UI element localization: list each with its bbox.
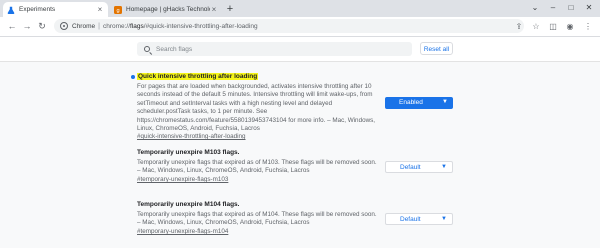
flag-item: Quick intensive throttling after loading… [131,73,457,140]
tab-strip: Experiments × g Homepage | gHacks Techno… [0,0,600,17]
browser-toolbar: ← → ↻ Chrome | chrome://flags/#quick-int… [0,17,600,37]
tab-title: Homepage | gHacks Technology News [126,6,210,13]
experiments-flask-icon [7,6,15,14]
url-separator: | [98,22,100,30]
flag-description: For pages that are loaded when backgroun… [137,83,376,133]
maximize-icon[interactable]: □ [564,2,578,14]
minimize-icon[interactable]: – [546,2,560,14]
chevron-down-icon: ▼ [441,164,447,170]
flag-item: Temporarily unexpire M103 flags. Tempora… [137,149,457,183]
close-window-icon[interactable]: ✕ [582,2,596,14]
extensions-icon[interactable]: ◫ [547,21,559,32]
flag-anchor-link[interactable]: #temporary-unexpire-flags-m104 [137,228,457,235]
flag-description: Temporarily unexpire flags that expired … [137,211,377,227]
share-icon[interactable]: ⇪ [513,21,525,32]
menu-kebab-icon[interactable]: ⋮ [582,21,594,32]
close-tab-icon[interactable]: × [210,5,218,14]
svg-text:g: g [116,8,119,14]
flag-anchor-link[interactable]: #temporary-unexpire-flags-m103 [137,176,457,183]
tab-title: Experiments [19,6,56,13]
chevron-down-icon: ▼ [441,216,447,222]
url-text: chrome://flags/#quick-intensive-throttli… [102,22,258,30]
tab-experiments[interactable]: Experiments × [3,2,108,17]
flags-header: Reset all [0,37,600,62]
close-tab-icon[interactable]: × [96,5,104,14]
bookmark-star-icon[interactable]: ☆ [530,21,542,32]
chrome-label: Chrome [72,22,96,30]
tab-ghacks[interactable]: g Homepage | gHacks Technology News × [110,2,222,17]
ghacks-favicon-icon: g [114,5,122,14]
address-bar[interactable]: Chrome | chrome://flags/#quick-intensive… [54,19,524,33]
modified-indicator-icon [131,75,135,79]
flag-state-select[interactable]: Enabled ▼ [385,97,453,109]
tab-search-chevron-icon[interactable]: ⌄ [528,2,542,14]
flag-item: Temporarily unexpire M104 flags. Tempora… [137,201,457,235]
search-flags-box[interactable] [137,42,412,56]
profile-avatar-icon[interactable]: ◉ [564,21,576,32]
reset-all-button[interactable]: Reset all [420,42,453,55]
search-icon [144,46,150,52]
new-tab-plus-icon[interactable]: + [224,3,236,15]
flag-state-value: Enabled [399,99,423,106]
forward-arrow-icon[interactable]: → [21,21,33,32]
flag-description: Temporarily unexpire flags that expired … [137,159,377,175]
flag-state-select[interactable]: Default ▼ [385,161,453,173]
chrome-secure-icon [60,22,68,30]
reload-icon[interactable]: ↻ [36,21,48,32]
flags-list: Quick intensive throttling after loading… [0,62,600,248]
flag-state-value: Default [400,164,421,171]
search-flags-input[interactable] [156,45,396,53]
flag-name: Quick intensive throttling after loading [137,73,259,80]
flag-name: Temporarily unexpire M103 flags. [137,149,240,156]
flag-state-value: Default [400,216,421,223]
back-arrow-icon[interactable]: ← [6,21,18,32]
flag-state-select[interactable]: Default ▼ [385,213,453,225]
flag-name: Temporarily unexpire M104 flags. [137,201,240,208]
flag-anchor-link[interactable]: #quick-intensive-throttling-after-loadin… [137,133,457,140]
chevron-down-icon: ▼ [442,99,448,105]
